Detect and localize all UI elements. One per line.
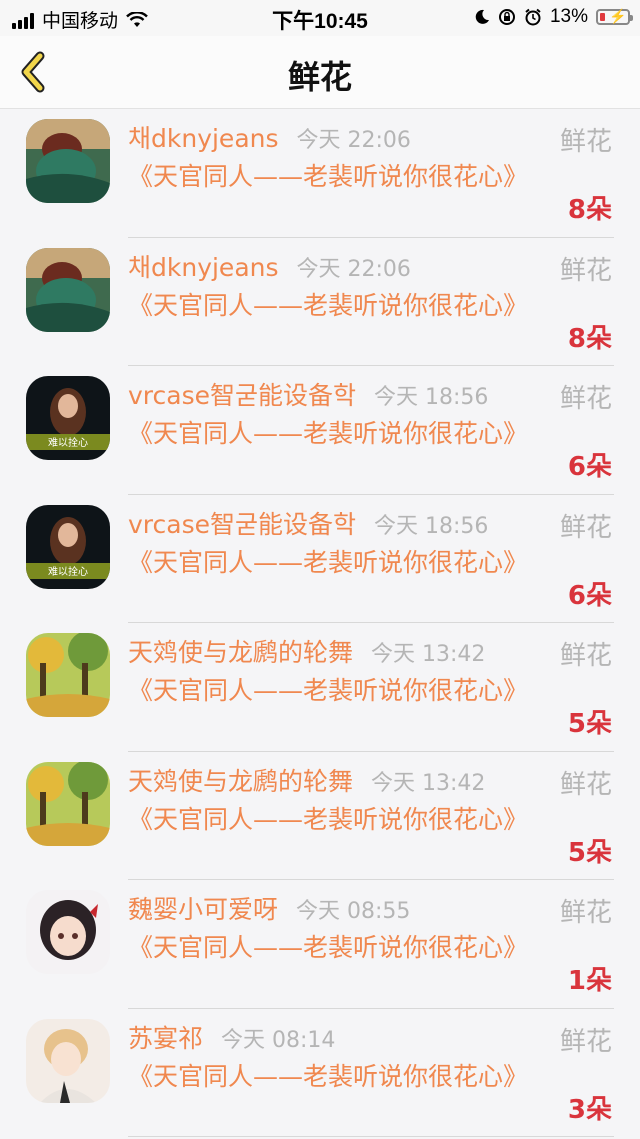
flower-count: 6朵 [567,452,612,482]
avatar-label: 难以拴心 [48,565,88,578]
item-content: 天䴔使与龙䴘的轮舞 今天 13:42 《天官同人——老裴听说你很花心》 [128,762,614,836]
gift-type: 鲜花 [559,512,612,543]
sender-name[interactable]: vrcase智굳能设备학 [128,376,356,412]
flower-count: 8朵 [567,323,612,354]
item-content: 魏婴小可爱呀 今天 08:55 《天官同人——老裴听说你很花心》 [128,890,614,964]
gift-type: 鲜花 [559,898,612,928]
timestamp: 今天 18:56 [374,385,489,410]
status-bar: 中国移动 下午10:45 13% ⚡ [0,0,640,36]
avatar-forest-image [26,761,110,846]
avatar-anime-girl-image [26,890,110,974]
book-title[interactable]: 《天官同人——老裴听说你很花心》 [128,290,540,322]
battery-icon: ⚡ [596,8,633,25]
divider [128,1136,614,1137]
list-item[interactable]: 天䴔使与龙䴘的轮舞 今天 13:42 《天官同人——老裴听说你很花心》 鲜花 5… [0,623,640,752]
book-title[interactable]: 《天官同人——老裴听说你很花心》 [128,418,540,450]
avatar-anime-boy-image [26,1018,110,1103]
flower-count: 1朵 [567,966,612,996]
item-content: 天䴔使与龙䴘的轮舞 今天 13:42 《天官同人——老裴听说你很花心》 [128,633,614,707]
timestamp: 今天 22:06 [296,128,411,153]
timestamp: 今天 13:42 [371,642,486,667]
book-title[interactable]: 《天官同人——老裴听说你很花心》 [128,675,540,707]
gift-type: 鲜花 [559,1026,612,1057]
list-item[interactable]: 难以拴心 vrcase智굳能设备학 今天 18:56 《天官同人——老裴听说你很… [0,495,640,623]
item-content: vrcase智굳能设备학 今天 18:56 《天官同人——老裴听说你很花心》 [128,505,614,579]
avatar-green-water-image [26,119,110,203]
avatar-dark-girl-image: 难以拴心 [26,376,110,460]
sender-name[interactable]: vrcase智굳能设备학 [128,505,356,541]
flower-record-list: 채dknyjeans 今天 22:06 《天官同人——老裴听说你很花心》 鲜花 … [0,109,640,1137]
sender-name[interactable]: 苏宴祁 [128,1019,203,1055]
avatar[interactable] [26,761,110,846]
flower-count: 3朵 [567,1094,612,1125]
sender-name[interactable]: 채dknyjeans [128,119,279,155]
moon-icon [475,9,489,24]
sender-name[interactable]: 魏婴小可爱呀 [128,890,278,926]
avatar[interactable] [26,633,110,717]
list-item[interactable]: 채dknyjeans 今天 22:06 《天官同人——老裴听说你很花心》 鲜花 … [0,109,640,238]
avatar-green-water-image [26,247,110,332]
timestamp: 今天 22:06 [296,256,411,282]
flower-count: 6朵 [567,580,612,611]
list-item[interactable]: 魏婴小可爱呀 今天 08:55 《天官同人——老裴听说你很花心》 鲜花 1朵 [0,880,640,1009]
sender-name[interactable]: 天䴔使与龙䴘的轮舞 [128,762,353,798]
book-title[interactable]: 《天官同人——老裴听说你很花心》 [128,161,540,193]
gift-type: 鲜花 [559,384,612,414]
avatar[interactable]: 难以拴心 [26,504,110,589]
item-content: 채dknyjeans 今天 22:06 《天官同人——老裴听说你很花心》 [128,248,614,322]
nav-bar: 鲜花 [0,36,640,109]
book-title[interactable]: 《天官同人——老裴听说你很花心》 [128,547,540,579]
timestamp: 今天 08:14 [221,1027,336,1053]
item-content: 채dknyjeans 今天 22:06 《天官同人——老裴听说你很花心》 [128,119,614,193]
item-content: 苏宴祁 今天 08:14 《天官同人——老裴听说你很花心》 [128,1019,614,1093]
gift-type: 鲜花 [559,255,612,286]
avatar[interactable] [26,247,110,332]
avatar[interactable] [26,1018,110,1103]
book-title[interactable]: 《天官同人——老裴听说你很花心》 [128,804,540,836]
avatar-dark-girl-image: 难以拴心 [26,504,110,589]
alarm-icon [525,8,541,26]
list-item[interactable]: 天䴔使与龙䴘的轮舞 今天 13:42 《天官同人——老裴听说你很花心》 鲜花 5… [0,752,640,880]
avatar-forest-image [26,633,110,717]
page-title: 鲜花 [287,58,352,96]
list-item[interactable]: 难以拴心 vrcase智굳能设备학 今天 18:56 《天官同人——老裴听说你很… [0,366,640,495]
timestamp: 今天 08:55 [296,899,411,924]
gift-type: 鲜花 [559,769,612,800]
book-title[interactable]: 《天官同人——老裴听说你很花心》 [128,1061,540,1093]
avatar[interactable] [26,119,110,203]
battery-percent: 13% [549,6,588,27]
rotation-lock-icon [498,9,515,25]
gift-type: 鲜花 [559,127,612,157]
book-title[interactable]: 《天官同人——老裴听说你很花心》 [128,932,540,964]
sender-name[interactable]: 天䴔使与龙䴘的轮舞 [128,633,353,669]
list-item[interactable]: 苏宴祁 今天 08:14 《天官同人——老裴听说你很花心》 鲜花 3朵 [0,1009,640,1137]
avatar[interactable] [26,890,110,974]
timestamp: 今天 13:42 [371,770,486,796]
flower-count: 5朵 [567,837,612,868]
flower-count: 8朵 [567,195,612,225]
avatar-label: 难以拴心 [48,436,88,449]
sender-name[interactable]: 채dknyjeans [128,248,279,284]
avatar[interactable]: 难以拴心 [26,376,110,460]
item-content: vrcase智굳能设备학 今天 18:56 《天官同人——老裴听说你很花心》 [128,376,614,450]
timestamp: 今天 18:56 [374,513,489,539]
list-item[interactable]: 채dknyjeans 今天 22:06 《天官同人——老裴听说你很花心》 鲜花 … [0,238,640,366]
flower-count: 5朵 [567,709,612,739]
gift-type: 鲜花 [559,641,612,671]
status-right: 13% ⚡ [474,6,633,28]
